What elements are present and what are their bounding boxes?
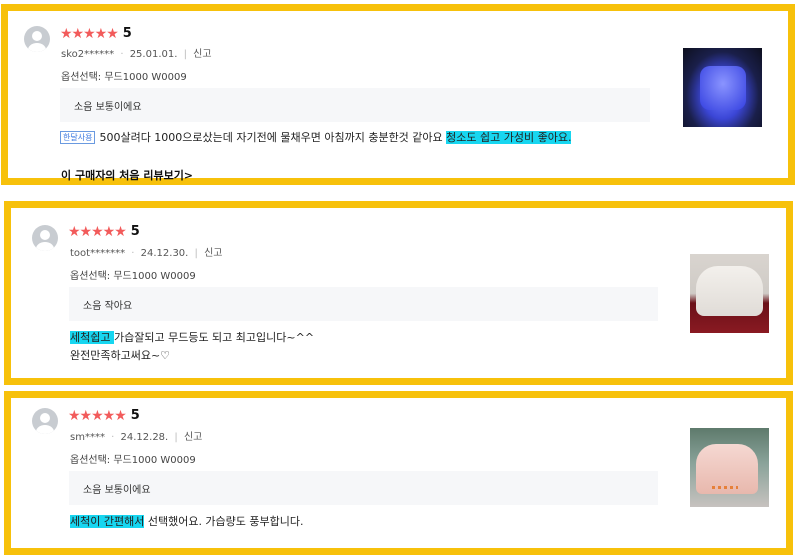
review-meta: sko2****** · 25.01.01. | 신고 — [61, 49, 212, 60]
noise-rating-box: 소음 보통이에요 — [69, 471, 658, 505]
rating-score: 5 — [130, 224, 140, 239]
usage-badge: 한달사용 — [60, 131, 96, 144]
reviewer-id: toot******* — [70, 248, 126, 259]
review-text: 세척쉽고 가습잘되고 무드등도 되고 최고입니다~^^ 완전만족하고써요~♡ — [70, 329, 314, 365]
review-text-highlight: 세척쉽고 — [70, 331, 114, 344]
review-photo[interactable] — [683, 48, 762, 127]
stars-icon: ★★★★★ — [60, 25, 119, 42]
review-photo[interactable] — [690, 254, 769, 333]
star-rating: ★★★★★ 5 — [68, 408, 140, 423]
avatar — [24, 26, 50, 52]
report-link[interactable]: 신고 — [184, 432, 202, 443]
review-meta: toot******* · 24.12.30. | 신고 — [70, 248, 223, 259]
review-card-2: ★★★★★ 5 toot******* · 24.12.30. | 신고 옵션선… — [4, 201, 793, 385]
noise-rating: 소음 보통이에요 — [74, 101, 142, 113]
review-text-highlight: 청소도 쉽고 가성비 좋아요. — [446, 131, 572, 144]
review-text-plain: 500살려다 1000으로샀는데 자기전에 물채우면 아침까지 충분한것 같아요 — [99, 131, 447, 144]
review-text: 세척이 간편해서 선택했어요. 가습량도 풍부합니다. — [70, 513, 304, 531]
report-link[interactable]: 신고 — [193, 49, 211, 60]
review-card-3: ★★★★★ 5 sm**** · 24.12.28. | 신고 옵션선택: 무드… — [4, 391, 793, 555]
review-text-plain: 선택했어요. 가습량도 풍부합니다. — [144, 515, 304, 528]
rating-score: 5 — [130, 408, 140, 423]
review-meta: sm**** · 24.12.28. | 신고 — [70, 432, 203, 443]
review-text-highlight: 세척이 간편해서 — [70, 515, 145, 528]
review-photo[interactable] — [690, 428, 769, 507]
reviewer-id: sm**** — [70, 432, 105, 443]
review-text: 한달사용 500살려다 1000으로샀는데 자기전에 물채우면 아침까지 충분한것… — [60, 129, 572, 147]
noise-rating-box: 소음 작아요 — [69, 287, 658, 321]
report-link[interactable]: 신고 — [204, 248, 222, 259]
avatar — [32, 408, 58, 434]
review-date: 24.12.28. — [120, 432, 169, 443]
noise-rating-box: 소음 보통이에요 — [60, 88, 650, 122]
stars-icon: ★★★★★ — [68, 223, 127, 240]
option-selection: 옵션선택: 무드1000 W0009 — [70, 455, 196, 466]
review-text-plain: 가습잘되고 무드등도 되고 최고입니다~^^ — [113, 331, 315, 344]
option-selection: 옵션선택: 무드1000 W0009 — [70, 271, 196, 282]
reviewer-id: sko2****** — [61, 49, 115, 60]
review-date: 25.01.01. — [129, 49, 178, 60]
noise-rating: 소음 작아요 — [83, 300, 133, 312]
first-review-link[interactable]: 이 구매자의 처음 리뷰보기> — [61, 167, 193, 183]
star-rating: ★★★★★ 5 — [68, 224, 140, 239]
review-date: 24.12.30. — [140, 248, 189, 259]
rating-score: 5 — [122, 26, 132, 41]
review-text-line2: 완전만족하고써요~♡ — [70, 349, 171, 362]
star-rating: ★★★★★ 5 — [60, 26, 132, 41]
noise-rating: 소음 보통이에요 — [83, 484, 151, 496]
option-selection: 옵션선택: 무드1000 W0009 — [61, 72, 187, 83]
stars-icon: ★★★★★ — [68, 407, 127, 424]
avatar — [32, 225, 58, 251]
review-card-1: ★★★★★ 5 sko2****** · 25.01.01. | 신고 옵션선택… — [1, 4, 795, 185]
